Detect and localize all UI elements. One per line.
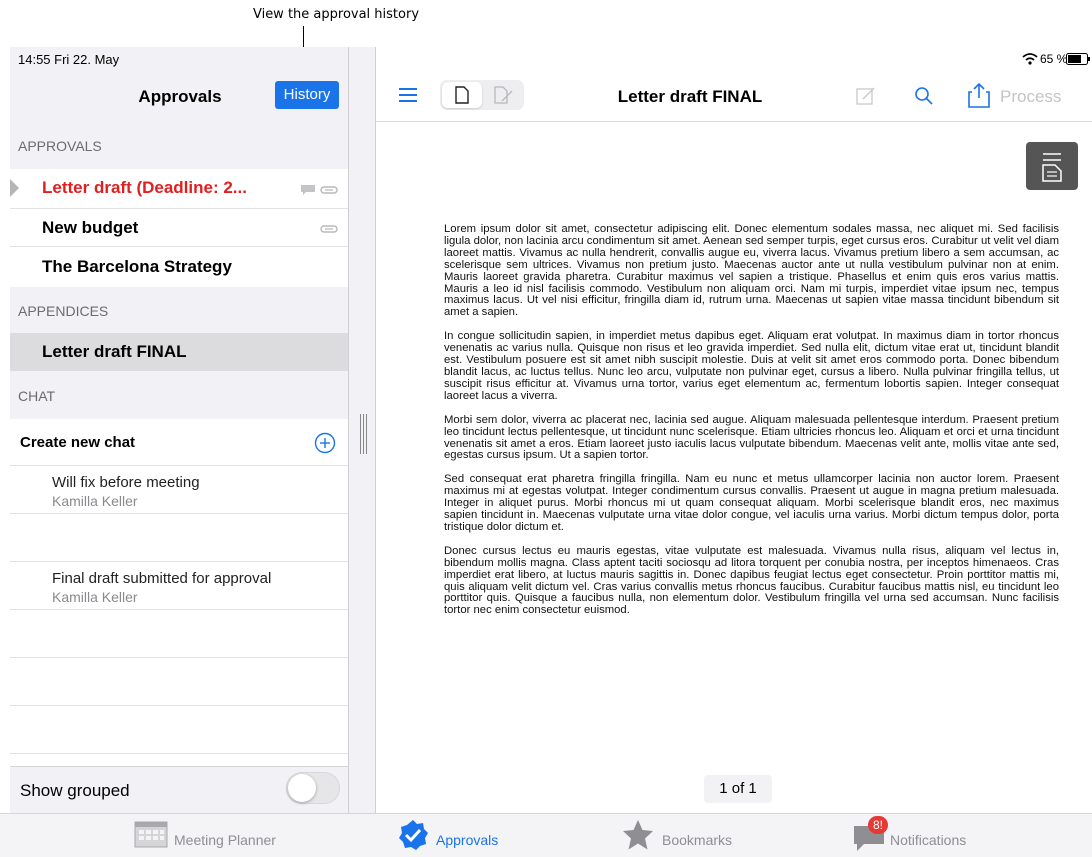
status-time: 14:55 Fri 22. May [18, 52, 120, 67]
approval-item-label: New budget [42, 218, 139, 237]
appendix-item-label: Letter draft FINAL [42, 342, 187, 361]
topbar-separator [376, 121, 1092, 122]
document-paragraph: Morbi sem dolor, viverra ac placerat nec… [444, 413, 1059, 462]
notifications-badge: 8! [868, 816, 888, 834]
approval-item-letter-draft[interactable]: Letter draft (Deadline: 2... [10, 169, 348, 209]
appendices-section-label: APPENDICES [18, 302, 109, 319]
chat-empty-row [10, 658, 348, 706]
calendar-icon [134, 821, 168, 848]
process-button[interactable]: Process [1000, 87, 1061, 107]
show-grouped-toggle[interactable] [286, 772, 340, 804]
approvals-check-icon [399, 820, 428, 850]
approvals-section-header: APPROVALS [10, 122, 348, 169]
approval-item-new-budget[interactable]: New budget [10, 209, 348, 247]
chat-item-title: Will fix before meeting [52, 474, 200, 491]
document-paragraph: In congue sollicitudin sapien, in imperd… [444, 330, 1059, 402]
comment-icon [301, 185, 315, 195]
document-view-segment[interactable] [442, 82, 482, 108]
divider-grip-line [366, 414, 367, 454]
chat-empty-row [10, 754, 348, 766]
callout-annotation: View the approval history [252, 7, 420, 22]
tab-meeting-planner[interactable]: Meeting Planner [130, 816, 290, 854]
tab-label: Approvals [436, 832, 499, 848]
create-new-chat-row[interactable]: Create new chat [10, 419, 348, 466]
star-icon [623, 820, 653, 850]
chat-item-title: Final draft submitted for approval [52, 570, 272, 587]
tab-bookmarks[interactable]: Bookmarks [622, 816, 742, 854]
approval-item-label: Letter draft (Deadline: 2... [42, 178, 247, 197]
document-body: Lorem ipsum dolor sit amet, consectetur … [444, 223, 1059, 629]
search-icon[interactable] [914, 86, 934, 106]
history-button[interactable]: History [275, 81, 339, 109]
page-sidebar-icon [1042, 153, 1062, 182]
divider-grip-line [360, 414, 361, 454]
chat-item[interactable]: Final draft submitted for approval Kamil… [10, 562, 348, 610]
approvals-title: Approvals [138, 87, 222, 106]
chat-section-header: CHAT [10, 372, 348, 419]
menu-icon[interactable] [399, 88, 417, 102]
chat-empty-row [10, 514, 348, 562]
chat-section-label: CHAT [18, 387, 56, 404]
page-indicator: 1 of 1 [704, 775, 772, 803]
appendix-item-letter-draft-final[interactable]: Letter draft FINAL [10, 333, 348, 371]
tab-label: Meeting Planner [174, 832, 276, 848]
document-edit-icon [494, 86, 513, 104]
wifi-icon [1022, 53, 1038, 65]
toggle-knob [288, 774, 316, 802]
approval-item-barcelona-strategy[interactable]: The Barcelona Strategy [10, 247, 348, 287]
disclosure-triangle-icon [10, 179, 19, 197]
tab-label: Bookmarks [662, 832, 733, 848]
share-icon[interactable] [968, 82, 990, 108]
document-title: Letter draft FINAL [617, 87, 763, 106]
create-new-chat-label: Create new chat [20, 434, 136, 451]
approvals-section-label: APPROVALS [18, 137, 102, 154]
attachment-icon [320, 186, 338, 194]
chat-item-author: Kamilla Keller [52, 589, 138, 605]
chat-empty-row [10, 706, 348, 754]
tab-label: Notifications [890, 832, 967, 848]
appendices-section-header: APPENDICES [10, 287, 348, 334]
show-grouped-label: Show grouped [20, 781, 130, 800]
tab-approvals[interactable]: Approvals [396, 816, 516, 854]
attachment-icon [320, 225, 338, 233]
chat-empty-row [10, 610, 348, 658]
split-divider[interactable] [348, 47, 376, 813]
approval-item-label: The Barcelona Strategy [42, 257, 232, 276]
page-thumbnails-button[interactable] [1026, 142, 1078, 190]
battery-icon [1066, 53, 1090, 65]
chat-item-author: Kamilla Keller [52, 493, 138, 509]
battery-percentage: 65 % [1040, 52, 1068, 66]
edit-icon[interactable] [856, 86, 876, 106]
divider-grip-line [363, 414, 364, 454]
document-paragraph: Lorem ipsum dolor sit amet, consectetur … [444, 223, 1059, 319]
chat-item[interactable]: Will fix before meeting Kamilla Keller [10, 466, 348, 514]
add-circle-icon[interactable] [314, 432, 336, 454]
annotate-view-segment[interactable] [484, 82, 522, 108]
document-page-icon [455, 86, 469, 104]
document-paragraph: Donec cursus lectus eu mauris egestas, v… [444, 544, 1059, 617]
document-paragraph: Sed consequat erat pharetra fringilla fr… [444, 473, 1059, 533]
